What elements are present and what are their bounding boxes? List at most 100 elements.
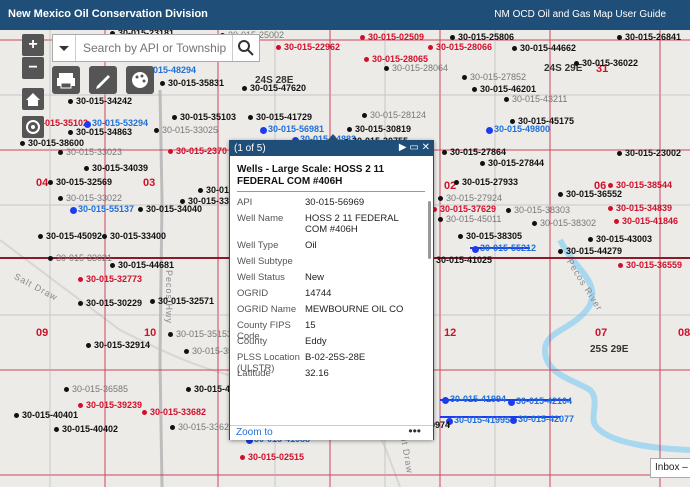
well-api-label[interactable]: 30-015-44681 xyxy=(118,260,174,270)
well-symbol[interactable] xyxy=(102,234,107,239)
locate-button[interactable] xyxy=(22,116,44,138)
well-api-label[interactable]: 30-015-32914 xyxy=(94,340,150,350)
well-api-label[interactable]: 30-015-55137 xyxy=(78,204,134,214)
well-symbol[interactable] xyxy=(506,208,511,213)
well-symbol[interactable] xyxy=(532,221,537,226)
well-symbol[interactable] xyxy=(78,403,83,408)
well-api-label[interactable]: 30-015-33023 xyxy=(66,147,122,157)
well-api-label[interactable]: 30-015-45092 xyxy=(46,231,102,241)
well-api-label[interactable]: 30-015-43211 xyxy=(512,94,567,104)
well-api-label[interactable]: 30-015-46201 xyxy=(480,84,536,94)
basemap-button[interactable] xyxy=(126,66,154,94)
well-symbol[interactable] xyxy=(617,151,622,156)
well-symbol[interactable] xyxy=(472,87,477,92)
well-api-label[interactable]: 30-015-36552 xyxy=(566,189,622,199)
well-symbol[interactable] xyxy=(558,249,563,254)
well-symbol[interactable] xyxy=(186,387,191,392)
well-api-label[interactable]: 30-015-33021 xyxy=(56,253,112,263)
well-api-label[interactable]: 30-015-27924 xyxy=(446,193,502,203)
well-symbol[interactable] xyxy=(110,263,115,268)
well-api-label[interactable]: 30-015-36559 xyxy=(626,260,682,270)
well-symbol[interactable] xyxy=(480,161,485,166)
well-symbol[interactable] xyxy=(574,61,579,66)
well-api-label[interactable]: 30-015-41994 xyxy=(450,394,506,404)
well-symbol[interactable] xyxy=(512,46,517,51)
zoom-in-button[interactable]: + xyxy=(22,34,44,56)
well-symbol[interactable] xyxy=(240,455,245,460)
well-symbol[interactable] xyxy=(362,113,367,118)
well-symbol[interactable] xyxy=(168,332,173,337)
well-symbol[interactable] xyxy=(38,234,43,239)
well-symbol[interactable] xyxy=(58,196,63,201)
well-api-label[interactable]: 30-015-41025 xyxy=(436,255,492,265)
well-symbol[interactable] xyxy=(150,299,155,304)
well-symbol[interactable] xyxy=(510,417,517,424)
well-symbol[interactable] xyxy=(184,349,189,354)
well-symbol[interactable] xyxy=(276,45,281,50)
well-api-label[interactable]: 30-015-25806 xyxy=(458,32,514,42)
well-api-label[interactable]: 30-015-38544 xyxy=(616,180,672,190)
well-api-label[interactable]: 30-015-35103 xyxy=(180,112,236,122)
well-symbol[interactable] xyxy=(608,206,613,211)
well-symbol[interactable] xyxy=(438,196,443,201)
well-symbol[interactable] xyxy=(14,413,19,418)
zoom-to-link[interactable]: Zoom to xyxy=(236,427,273,438)
well-symbol[interactable] xyxy=(198,188,203,193)
well-symbol[interactable] xyxy=(260,127,267,134)
well-api-label[interactable]: 30-015-33022 xyxy=(66,193,122,203)
well-api-label[interactable]: 30-015-42104 xyxy=(516,396,572,406)
well-api-label[interactable]: 30-015-02509 xyxy=(368,32,424,42)
well-symbol[interactable] xyxy=(84,166,89,171)
well-api-label[interactable]: 30-015-34863 xyxy=(76,127,132,137)
user-guide-link[interactable]: NM OCD Oil and Gas Map User Guide xyxy=(494,9,666,20)
well-symbol[interactable] xyxy=(608,183,613,188)
well-symbol[interactable] xyxy=(508,399,515,406)
well-api-label[interactable]: 30-015-36022 xyxy=(582,58,638,68)
well-symbol[interactable] xyxy=(504,97,509,102)
well-api-label[interactable]: 30-015-49800 xyxy=(494,124,550,134)
well-api-label[interactable]: 30-015-45011 xyxy=(446,214,501,224)
popup-header-buttons[interactable]: ▶ ▭ ✕ xyxy=(399,142,430,153)
well-api-label[interactable]: 30-015-55212 xyxy=(480,243,536,253)
well-api-label[interactable]: 30-015-42077 xyxy=(518,414,574,424)
well-symbol[interactable] xyxy=(614,219,619,224)
well-api-label[interactable]: 30-015-27864 xyxy=(450,147,506,157)
well-symbol[interactable] xyxy=(438,217,443,222)
well-api-label[interactable]: 30-015-32773 xyxy=(86,274,142,284)
well-symbol[interactable] xyxy=(472,246,479,253)
well-symbol[interactable] xyxy=(138,207,143,212)
well-api-label[interactable]: 30-015-23002 xyxy=(625,148,681,158)
well-api-label[interactable]: 30-015-56981 xyxy=(268,124,324,134)
well-api-label[interactable]: 30-015-34039 xyxy=(92,163,148,173)
well-api-label[interactable]: 30-015-27852 xyxy=(470,72,526,82)
well-api-label[interactable]: 30-015-33400 xyxy=(110,231,166,241)
well-symbol[interactable] xyxy=(86,343,91,348)
well-symbol[interactable] xyxy=(458,234,463,239)
map-view[interactable]: 04 03 09 10 11 12 07 08 31 02 06 24S 28E… xyxy=(0,30,690,487)
well-api-label[interactable]: 30-015-38305 xyxy=(466,231,522,241)
well-symbol[interactable] xyxy=(454,180,459,185)
well-api-label[interactable]: 30-015-32571 xyxy=(158,296,214,306)
well-symbol[interactable] xyxy=(618,263,623,268)
well-symbol[interactable] xyxy=(347,127,352,132)
well-api-label[interactable]: 30-015-30819 xyxy=(355,124,411,134)
well-api-label[interactable]: 30-015-41846 xyxy=(622,216,678,226)
well-symbol[interactable] xyxy=(142,410,147,415)
well-symbol[interactable] xyxy=(364,57,369,62)
well-api-label[interactable]: 30-015-38302 xyxy=(540,218,596,228)
well-api-label[interactable]: 30-015-40402 xyxy=(62,424,118,434)
well-symbol[interactable] xyxy=(64,387,69,392)
well-api-label[interactable]: 30-015-33620 xyxy=(178,422,234,432)
well-api-label[interactable]: 30-015-27933 xyxy=(462,177,518,187)
well-api-label[interactable]: 30-015-33025 xyxy=(162,125,218,135)
more-actions-button[interactable]: ••• xyxy=(408,424,421,438)
print-button[interactable] xyxy=(52,66,80,94)
inbox-tab[interactable]: Inbox – xyxy=(650,458,690,478)
well-api-label[interactable]: 30-015-28066 xyxy=(436,42,492,52)
well-symbol[interactable] xyxy=(68,130,73,135)
well-api-label[interactable]: 30-015-35831 xyxy=(168,78,224,88)
well-symbol[interactable] xyxy=(160,81,165,86)
well-api-label[interactable]: 30-015-26841 xyxy=(625,32,681,42)
home-button[interactable] xyxy=(22,88,44,110)
well-symbol[interactable] xyxy=(154,128,159,133)
